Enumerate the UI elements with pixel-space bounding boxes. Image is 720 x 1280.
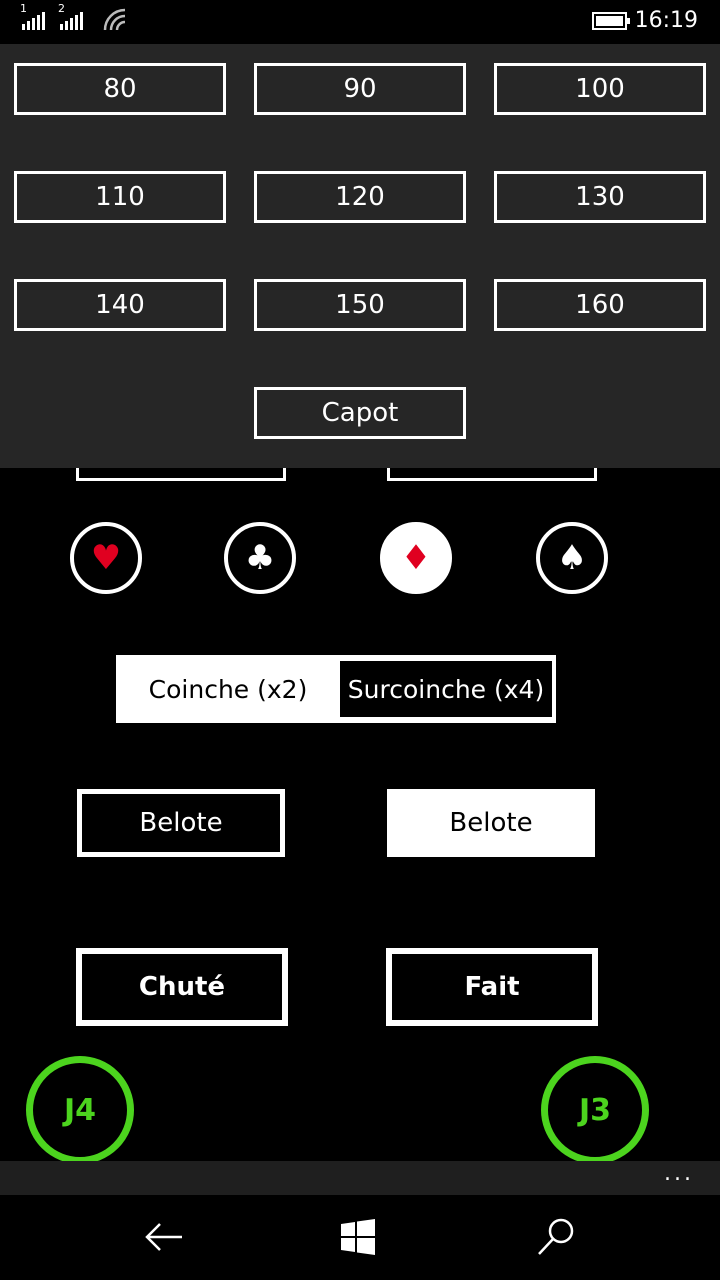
spade-suit-button[interactable]: ♠ [536, 522, 608, 594]
clock: 16:19 [634, 8, 698, 33]
club-icon: ♣ [244, 538, 276, 578]
wifi-icon [103, 8, 126, 31]
heart-suit-button[interactable]: ♥ [70, 522, 142, 594]
player-j3-badge[interactable]: J3 [541, 1056, 649, 1164]
spade-icon: ♠ [556, 538, 588, 578]
chute-button[interactable]: Chuté [76, 948, 288, 1026]
player-j4-badge[interactable]: J4 [26, 1056, 134, 1164]
bid-panel: 80 90 100 110 120 130 140 150 160 Capot [0, 44, 720, 468]
back-icon[interactable] [144, 1221, 184, 1253]
hidden-button-right[interactable] [387, 468, 597, 481]
bid-button-140[interactable]: 140 [14, 279, 226, 331]
heart-icon: ♥ [90, 538, 122, 578]
bid-button-90[interactable]: 90 [254, 63, 466, 115]
coinche-toggle: Coinche (x2) Surcoinche (x4) [116, 655, 556, 723]
bid-button-120[interactable]: 120 [254, 171, 466, 223]
hidden-button-left[interactable] [76, 468, 286, 481]
more-options-button[interactable]: ... [664, 1161, 694, 1186]
search-icon[interactable] [536, 1217, 576, 1257]
club-suit-button[interactable]: ♣ [224, 522, 296, 594]
app-bar: ... [0, 1161, 720, 1195]
diamond-suit-button[interactable]: ♦ [380, 522, 452, 594]
belote-button-left[interactable]: Belote [77, 789, 285, 857]
bid-button-160[interactable]: 160 [494, 279, 706, 331]
bid-button-150[interactable]: 150 [254, 279, 466, 331]
bid-button-110[interactable]: 110 [14, 171, 226, 223]
surcoinche-option[interactable]: Surcoinche (x4) [340, 661, 552, 717]
sim1-label: 1 [20, 2, 27, 15]
bid-button-80[interactable]: 80 [14, 63, 226, 115]
navigation-bar [0, 1195, 720, 1280]
status-bar: 1 2 16:19 [0, 0, 720, 44]
belote-button-right[interactable]: Belote [387, 789, 595, 857]
windows-start-icon[interactable] [340, 1219, 376, 1255]
bid-button-130[interactable]: 130 [494, 171, 706, 223]
capot-button[interactable]: Capot [254, 387, 466, 439]
bid-button-100[interactable]: 100 [494, 63, 706, 115]
sim2-label: 2 [58, 2, 65, 15]
fait-button[interactable]: Fait [386, 948, 598, 1026]
battery-icon [592, 12, 630, 30]
diamond-icon: ♦ [400, 538, 432, 578]
coinche-option[interactable]: Coinche (x2) [116, 655, 340, 723]
